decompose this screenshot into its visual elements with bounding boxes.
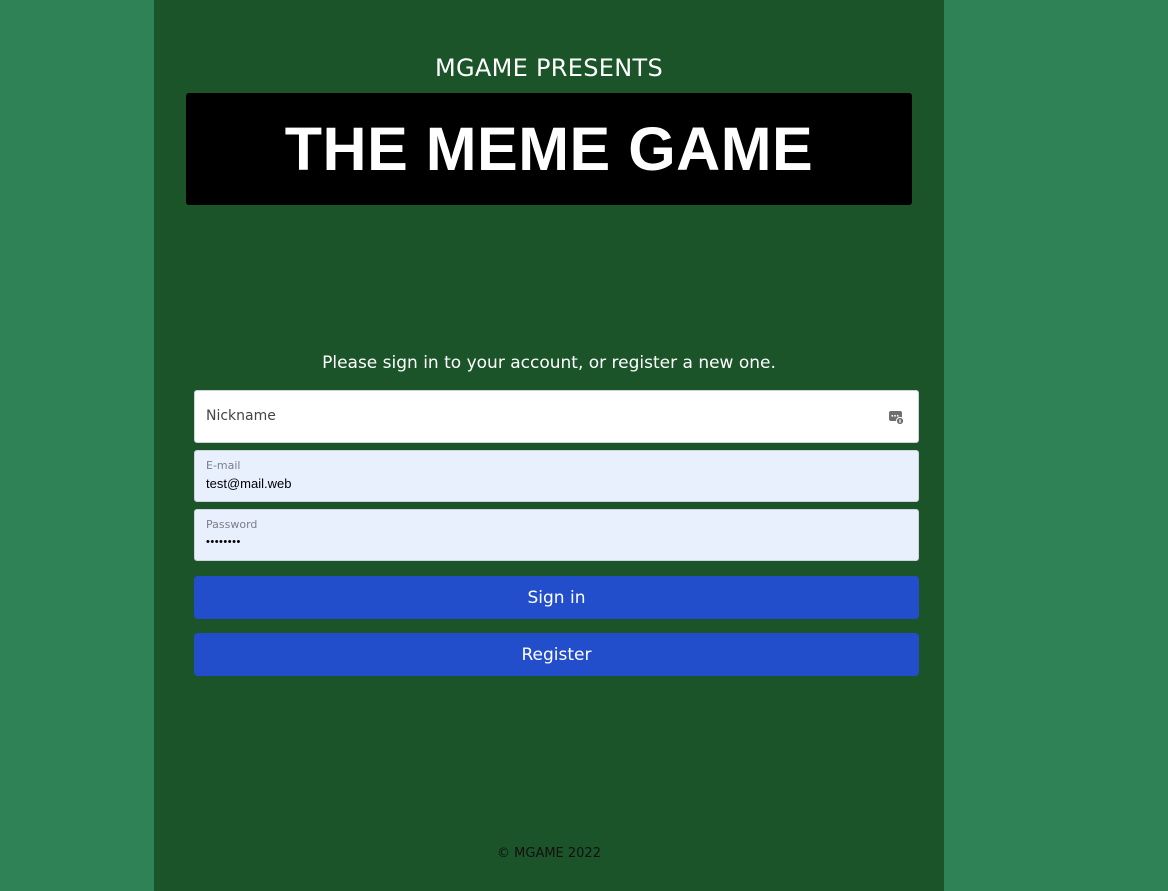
email-label: E-mail bbox=[206, 459, 241, 472]
email-field[interactable]: E-mail test@mail.web bbox=[194, 450, 919, 502]
footer-copyright: © MGAME 2022 bbox=[497, 846, 601, 861]
main-column: MGAME PRESENTS THE MEME GAME Please sign… bbox=[154, 0, 944, 891]
page-title: THE MEME GAME bbox=[284, 115, 814, 183]
title-banner: THE MEME GAME bbox=[186, 93, 912, 205]
password-label: Password bbox=[206, 518, 258, 531]
nickname-label: Nickname bbox=[206, 408, 276, 424]
password-field[interactable]: Password •••••••• bbox=[194, 509, 919, 561]
autofill-key-icon[interactable] bbox=[888, 409, 905, 426]
register-button[interactable]: Register bbox=[194, 633, 919, 676]
nickname-field[interactable]: Nickname bbox=[194, 390, 919, 443]
email-value: test@mail.web bbox=[206, 476, 292, 491]
signin-prompt: Please sign in to your account, or regis… bbox=[322, 353, 776, 373]
password-value: •••••••• bbox=[206, 536, 241, 548]
presents-text: MGAME PRESENTS bbox=[435, 54, 663, 82]
sign-in-button[interactable]: Sign in bbox=[194, 576, 919, 619]
